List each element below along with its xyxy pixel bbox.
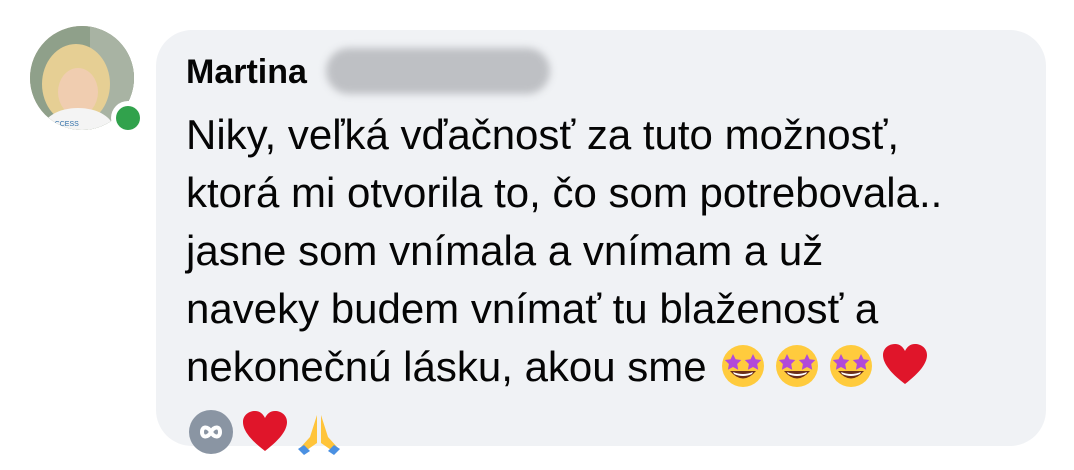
- comment-author[interactable]: Martina: [186, 52, 307, 92]
- svg-text:ACCESS: ACCESS: [50, 121, 79, 128]
- red-heart-emoji-icon: [880, 340, 930, 405]
- comment-screenshot: ACCESS Martina Niky, veľká vďačnosť za t…: [0, 0, 1074, 470]
- emoji-line: [186, 405, 1026, 470]
- comment-line: jasne som vnímala a vnímam a už: [186, 227, 824, 274]
- comment-bubble: Martina Niky, veľká vďačnosť za tuto mož…: [156, 30, 1046, 455]
- redacted-surname: [326, 48, 550, 94]
- comment-line: Niky, veľká vďačnosť za tuto možnosť,: [186, 111, 900, 158]
- comment-text: Niky, veľká vďačnosť za tuto možnosť, kt…: [186, 106, 1026, 470]
- star-struck-emoji-icon: [772, 340, 822, 405]
- avatar-container[interactable]: ACCESS: [30, 26, 140, 136]
- comment-line: nekonečnú lásku, akou sme: [186, 343, 707, 390]
- star-struck-emoji-icon: [826, 340, 876, 405]
- comment-line: naveky budem vnímať tu blaženosť a: [186, 285, 879, 332]
- folded-hands-emoji-icon: [294, 407, 344, 470]
- online-status-indicator: [116, 106, 140, 130]
- infinity-emoji-icon: [186, 407, 236, 470]
- comment-line-with-emoji: nekonečnú lásku, akou sme: [186, 338, 1026, 405]
- comment-line: ktorá mi otvorila to, čo som potrebovala…: [186, 169, 943, 216]
- star-struck-emoji-icon: [718, 340, 768, 405]
- red-heart-emoji-icon: [240, 407, 290, 470]
